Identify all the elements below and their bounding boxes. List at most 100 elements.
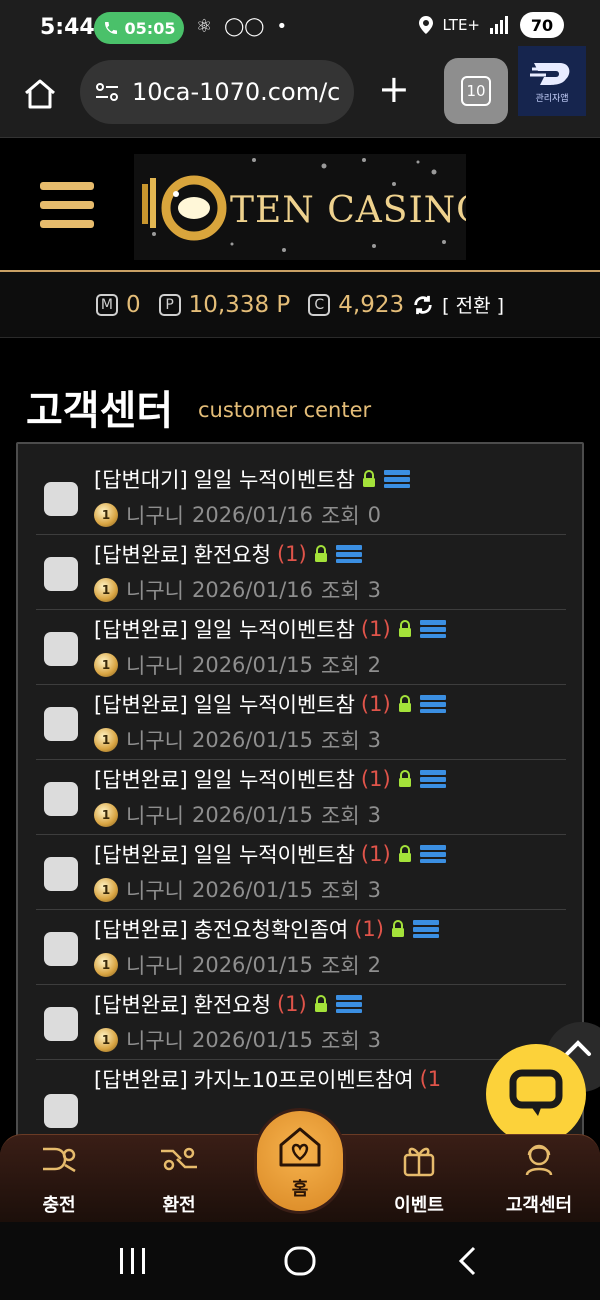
row-title[interactable]: [답변완료] 충전요청확인좀여 (1) <box>94 914 440 944</box>
nav-exchange[interactable]: 환전 <box>124 1135 234 1223</box>
list-item[interactable]: [답변대기] 일일 누적이벤트참 1 니구니 2026/01/16 조회 0 <box>36 460 566 535</box>
row-title[interactable]: [답변완료] 일일 누적이벤트참 (1) <box>94 689 447 719</box>
row-subject: 일일 누적이벤트참 <box>193 468 355 492</box>
browser-toolbar: 10ca-1070.com/c + 10 관리자앱 <box>0 46 600 138</box>
inquiry-list: [답변대기] 일일 누적이벤트참 1 니구니 2026/01/16 조회 0 [답변완료] 환전… <box>16 442 584 1142</box>
level-coin-icon: 1 <box>94 953 118 977</box>
row-checkbox[interactable] <box>44 782 78 816</box>
list-item[interactable]: [답변완료] 일일 누적이벤트참 (1) 1 니구니 2026/01/15 조회 3 <box>36 760 566 835</box>
reply-count: (1 <box>419 1067 442 1091</box>
row-status: [답변완료] <box>94 693 188 717</box>
row-meta: 1 니구니 2026/01/16 조회 0 <box>94 500 381 530</box>
row-date: 2026/01/15 <box>191 878 314 902</box>
notification-icons: ⚛ ◯◯ • <box>196 16 287 37</box>
exchange-hands-icon <box>161 1147 197 1171</box>
row-checkbox[interactable] <box>44 632 78 666</box>
row-checkbox[interactable] <box>44 707 78 741</box>
point-badge-icon: P <box>158 293 181 316</box>
row-author: 니구니 <box>126 729 184 753</box>
list-item[interactable]: [답변완료] 일일 누적이벤트참 (1) 1 니구니 2026/01/15 조회 2 <box>36 610 566 685</box>
address-bar[interactable]: 10ca-1070.com/c <box>80 60 354 124</box>
row-checkbox[interactable] <box>44 482 78 516</box>
row-views-label: 조회 <box>321 654 360 678</box>
row-views: 3 <box>367 803 382 827</box>
call-indicator[interactable]: 05:05 <box>94 12 184 44</box>
row-meta: 1 니구니 2026/01/15 조회 3 <box>94 725 381 755</box>
lock-icon <box>314 545 327 562</box>
row-meta: 1 니구니 2026/01/15 조회 3 <box>94 800 381 830</box>
casino-badge-icon: C <box>308 293 331 316</box>
row-title[interactable]: [답변완료] 카지노10프로이벤트참여 (1 <box>94 1064 441 1094</box>
admin-label: 관리자앱 <box>535 93 569 104</box>
site-header: TEN CASINO <box>0 138 600 272</box>
status-bar: 5:44 05:05 ⚛ ◯◯ • LTE+ 70 <box>0 0 600 56</box>
chat-button[interactable] <box>486 1044 586 1144</box>
row-checkbox[interactable] <box>44 932 78 966</box>
site-settings-icon[interactable] <box>94 81 120 103</box>
phone-icon <box>104 22 117 34</box>
row-date: 2026/01/15 <box>191 653 314 677</box>
row-title[interactable]: [답변완료] 일일 누적이벤트참 (1) <box>94 839 447 869</box>
row-title[interactable]: [답변완료] 일일 누적이벤트참 (1) <box>94 764 447 794</box>
row-checkbox[interactable] <box>44 857 78 891</box>
new-tab-button[interactable]: + <box>378 70 410 108</box>
gift-icon <box>403 1147 435 1177</box>
row-title[interactable]: [답변대기] 일일 누적이벤트참 <box>94 464 411 494</box>
row-checkbox[interactable] <box>44 557 78 591</box>
money-badge-icon: M <box>95 293 118 316</box>
row-subject: 일일 누적이벤트참 <box>193 768 355 792</box>
charge-hand-icon <box>43 1147 76 1173</box>
nav-event[interactable]: 이벤트 <box>364 1135 474 1223</box>
menu-icon[interactable] <box>40 182 94 228</box>
row-title[interactable]: [답변완료] 환전요청 (1) <box>94 989 363 1019</box>
row-author: 니구니 <box>126 1029 184 1053</box>
row-date: 2026/01/16 <box>191 503 314 527</box>
nav-charge[interactable]: 충전 <box>4 1135 114 1223</box>
logo-text: TEN CASINO <box>230 190 466 231</box>
admin-app-button[interactable]: 관리자앱 <box>518 46 586 116</box>
list-detail-icon <box>419 770 446 788</box>
nav-event-label: 이벤트 <box>394 1195 444 1216</box>
nav-exchange-label: 환전 <box>162 1195 196 1216</box>
nav-support[interactable]: 고객센터 <box>484 1135 594 1223</box>
row-date: 2026/01/15 <box>191 953 314 977</box>
level-coin-icon: 1 <box>94 653 118 677</box>
row-title[interactable]: [답변완료] 환전요청 (1) <box>94 539 363 569</box>
site-logo[interactable]: TEN CASINO <box>134 154 466 260</box>
casino-balance: C 4,923 [ 전환 ] <box>308 291 504 318</box>
back-icon[interactable] <box>454 1246 482 1276</box>
tab-count: 10 <box>461 76 491 106</box>
recent-apps-icon[interactable] <box>116 1246 150 1276</box>
nav-home[interactable]: 홈 <box>254 1108 346 1214</box>
level-coin-icon: 1 <box>94 1028 118 1052</box>
row-checkbox[interactable] <box>44 1007 78 1041</box>
row-meta: 1 니구니 2026/01/15 조회 3 <box>94 875 381 905</box>
list-item[interactable]: [답변완료] 일일 누적이벤트참 (1) 1 니구니 2026/01/15 조회 3 <box>36 685 566 760</box>
lock-icon <box>391 920 404 937</box>
row-subject: 일일 누적이벤트참 <box>193 618 355 642</box>
list-item[interactable]: [답변완료] 일일 누적이벤트참 (1) 1 니구니 2026/01/15 조회 3 <box>36 835 566 910</box>
headset-icon <box>525 1144 553 1176</box>
list-item[interactable]: [답변완료] 환전요청 (1) 1 니구니 2026/01/16 조회 3 <box>36 535 566 610</box>
chat-bubble-icon <box>509 1069 563 1116</box>
row-subject: 환전요청 <box>193 543 271 567</box>
row-subject: 일일 누적이벤트참 <box>193 843 355 867</box>
switch-button[interactable]: [ 전환 ] <box>442 291 504 318</box>
list-item[interactable]: [답변완료] 충전요청확인좀여 (1) 1 니구니 2026/01/15 조회 2 <box>36 910 566 985</box>
nav-support-label: 고객센터 <box>505 1195 573 1216</box>
refresh-icon[interactable] <box>412 294 434 316</box>
system-home-icon[interactable] <box>282 1246 318 1276</box>
nav-charge-label: 충전 <box>42 1195 76 1216</box>
row-title[interactable]: [답변완료] 일일 누적이벤트참 (1) <box>94 614 447 644</box>
home-icon[interactable] <box>22 76 58 112</box>
tab-switcher-button[interactable]: 10 <box>444 58 508 124</box>
level-coin-icon: 1 <box>94 878 118 902</box>
row-checkbox[interactable] <box>44 1094 78 1128</box>
list-item[interactable]: [답변완료] 환전요청 (1) 1 니구니 2026/01/15 조회 3 <box>36 985 566 1060</box>
money-value: 0 <box>125 291 141 318</box>
location-icon <box>418 16 433 34</box>
row-views-label: 조회 <box>321 804 360 828</box>
list-detail-icon <box>335 545 362 563</box>
row-status: [답변완료] <box>94 843 188 867</box>
lock-icon <box>398 695 411 712</box>
